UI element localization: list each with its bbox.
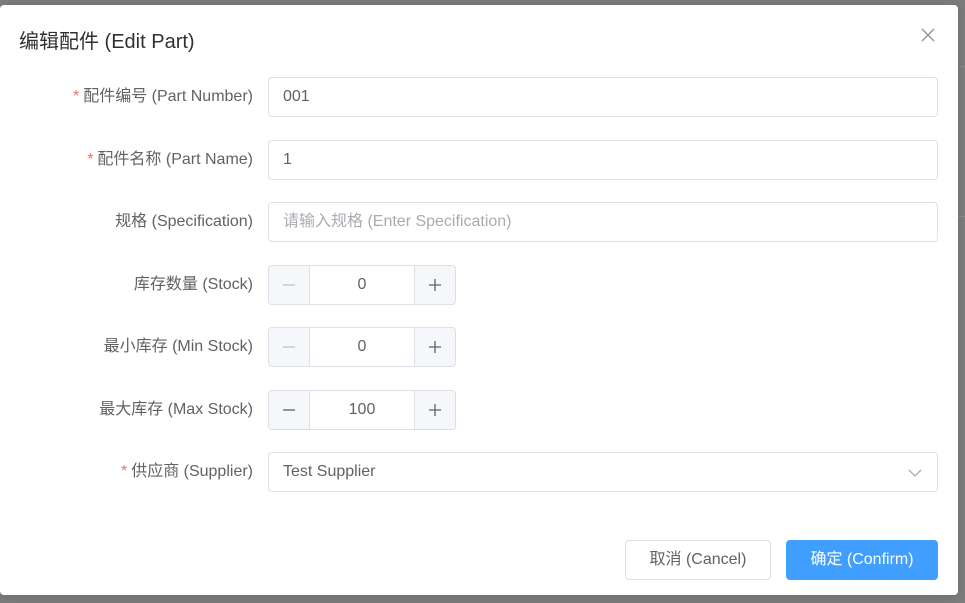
form-row-max-stock: 最大库存 (Max Stock) <box>0 390 958 430</box>
minus-icon <box>283 284 295 286</box>
part-name-label: * 配件名称 (Part Name) <box>87 140 253 180</box>
min-stock-decrement-button[interactable] <box>269 328 310 366</box>
form-row-part-number: * 配件编号 (Part Number) <box>0 77 958 117</box>
chevron-down-icon <box>908 469 922 477</box>
part-name-input[interactable] <box>268 140 938 180</box>
part-number-input[interactable] <box>268 77 938 117</box>
close-button[interactable] <box>916 23 940 47</box>
min-stock-input[interactable] <box>310 328 414 366</box>
stock-decrement-button[interactable] <box>269 266 310 304</box>
min-stock-stepper <box>268 327 456 367</box>
part-number-label-text: 配件编号 (Part Number) <box>83 88 253 105</box>
max-stock-stepper <box>268 390 456 430</box>
supplier-selected-value: Test Supplier <box>283 463 376 480</box>
max-stock-input[interactable] <box>310 391 414 429</box>
min-stock-increment-button[interactable] <box>414 328 455 366</box>
close-icon <box>921 28 935 42</box>
specification-label: 规格 (Specification) <box>115 213 253 230</box>
required-mark: * <box>87 151 94 168</box>
plus-icon <box>429 341 441 353</box>
supplier-select[interactable]: Test Supplier <box>268 452 938 492</box>
plus-icon <box>429 279 441 291</box>
specification-input[interactable] <box>268 202 938 242</box>
stock-increment-button[interactable] <box>414 266 455 304</box>
supplier-label: * 供应商 (Supplier) <box>121 452 253 492</box>
edit-part-dialog: 编辑配件 (Edit Part) *配件编号 (Part Number) *配件… <box>0 5 958 595</box>
plus-icon <box>429 404 441 416</box>
cancel-button[interactable]: 取消 (Cancel) <box>625 540 771 580</box>
max-stock-decrement-button[interactable] <box>269 391 310 429</box>
form-row-min-stock: 最小库存 (Min Stock) <box>0 327 958 367</box>
required-mark: * <box>120 463 128 480</box>
max-stock-label: 最大库存 (Max Stock) <box>99 401 253 418</box>
form-row-supplier: * 供应商 (Supplier) Test Supplier <box>0 452 958 492</box>
dialog-title: 编辑配件 (Edit Part) <box>19 31 195 53</box>
minus-icon <box>283 409 295 411</box>
stock-label: 库存数量 (Stock) <box>133 276 253 293</box>
form-row-specification: 规格 (Specification) <box>0 202 958 242</box>
max-stock-increment-button[interactable] <box>414 391 455 429</box>
minus-icon <box>283 346 295 348</box>
part-name-label-text: 配件名称 (Part Name) <box>97 151 253 168</box>
min-stock-label: 最小库存 (Min Stock) <box>103 338 253 355</box>
supplier-label-text: 供应商 (Supplier) <box>131 463 253 480</box>
form-row-part-name: * 配件名称 (Part Name) <box>0 140 958 180</box>
part-number-label: * 配件编号 (Part Number) <box>73 77 253 117</box>
stock-stepper <box>268 265 456 305</box>
form-row-stock: 库存数量 (Stock) <box>0 265 958 305</box>
confirm-button[interactable]: 确定 (Confirm) <box>786 540 938 580</box>
required-mark: * <box>72 88 80 105</box>
stock-input[interactable] <box>310 266 414 304</box>
